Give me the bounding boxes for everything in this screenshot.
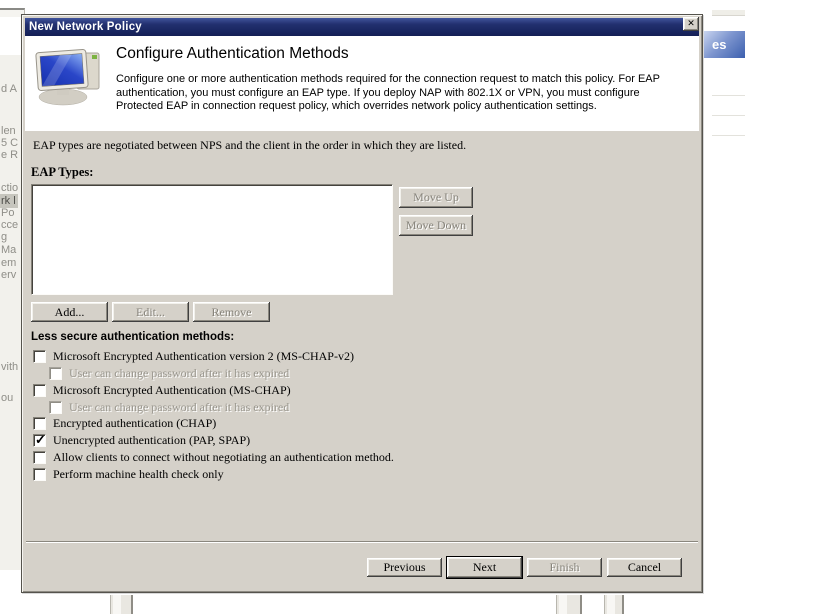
background-text-fragment: e R [1,149,18,161]
close-button[interactable]: ✕ [683,17,699,31]
less-secure-methods-label: Less secure authentication methods: [31,331,234,343]
background-text-fragment: Ma [1,244,16,256]
move-up-button[interactable]: Move Up [399,187,473,208]
background-text-fragment: cce [1,219,18,231]
checkbox-machine-health-only[interactable]: Perform machine health check only [33,467,224,482]
checkbox-password-expired-v2[interactable]: User can change password after it has ex… [49,366,289,381]
next-button[interactable]: Next [447,557,522,578]
background-text-fragment: ctio [1,182,18,194]
remove-button[interactable]: Remove [193,302,270,322]
move-down-button[interactable]: Move Down [399,215,473,236]
checkbox-password-expired[interactable]: User can change password after it has ex… [49,400,289,415]
background-text-fragment: len [1,125,16,137]
checkbox-chap[interactable]: Encrypted authentication (CHAP) [33,416,216,431]
background-window-edge-top-right [712,10,745,16]
page-description: Configure one or more authentication met… [116,73,694,114]
checkbox-pap-spap[interactable]: Unencrypted authentication (PAP, SPAP) [33,433,250,448]
checkbox-box[interactable] [33,350,46,363]
background-text-fragment: em [1,257,16,269]
eap-types-label: EAP Types: [31,165,93,180]
close-icon: ✕ [687,19,695,29]
background-text-fragment: g [1,231,7,243]
checkbox-box[interactable] [33,468,46,481]
dialog-title: New Network Policy [25,21,142,33]
footer-separator [26,541,698,543]
page-title: Configure Authentication Methods [116,45,349,63]
checkbox-label: Perform machine health check only [53,467,224,482]
new-network-policy-dialog: New Network Policy ✕ [21,14,703,593]
checkbox-label: Encrypted authentication (CHAP) [53,416,216,431]
add-button[interactable]: Add... [31,302,108,322]
background-selected-item: es [704,31,745,58]
background-text-fragment: vith [1,361,18,373]
cancel-button[interactable]: Cancel [607,558,682,577]
background-window-edge-bottom [604,595,624,614]
background-window-left: d A len5 Ce R ctiork lPoccegMaemerv vith ou [0,55,21,570]
checkbox-label: Microsoft Encrypted Authentication (MS-C… [53,383,291,398]
checkbox-box[interactable] [33,384,46,397]
checkbox-label: User can change password after it has ex… [69,366,289,381]
background-text-fragment: 5 C [1,137,18,149]
checkbox-label: Microsoft Encrypted Authentication versi… [53,349,354,364]
checkbox-box[interactable] [49,367,62,380]
background-text-fragment: rk l [0,194,18,208]
edit-button[interactable]: Edit... [112,302,189,322]
background-text-fragment: d A [1,83,17,95]
checkbox-ms-chap-v2[interactable]: Microsoft Encrypted Authentication versi… [33,349,354,364]
background-list-row-line [712,95,745,96]
eap-types-listbox[interactable] [31,184,393,295]
checkbox-label: User can change password after it has ex… [69,400,289,415]
checkbox-no-negotiation[interactable]: Allow clients to connect without negotia… [33,450,394,465]
background-list-row-line [712,115,745,116]
checkbox-box[interactable] [33,417,46,430]
checkbox-ms-chap[interactable]: Microsoft Encrypted Authentication (MS-C… [33,383,291,398]
dialog-titlebar[interactable]: New Network Policy [25,18,699,36]
checkbox-box[interactable] [33,434,46,447]
background-text-fragment: ou [1,392,13,404]
background-window-edge-bottom [110,595,133,614]
previous-button[interactable]: Previous [367,558,442,577]
checkbox-label: Unencrypted authentication (PAP, SPAP) [53,433,250,448]
finish-button[interactable]: Finish [527,558,602,577]
computer-icon [31,46,105,108]
background-list-row-line [712,135,745,136]
checkbox-label: Allow clients to connect without negotia… [53,450,394,465]
eap-negotiation-note: EAP types are negotiated between NPS and… [33,138,466,153]
background-window-edge-bottom [556,595,582,614]
background-text-fragment: erv [1,269,16,281]
checkbox-box[interactable] [49,401,62,414]
wizard-header: Configure Authentication Methods Configu… [25,36,699,131]
checkbox-box[interactable] [33,451,46,464]
background-text-fragment: Po [1,207,14,219]
